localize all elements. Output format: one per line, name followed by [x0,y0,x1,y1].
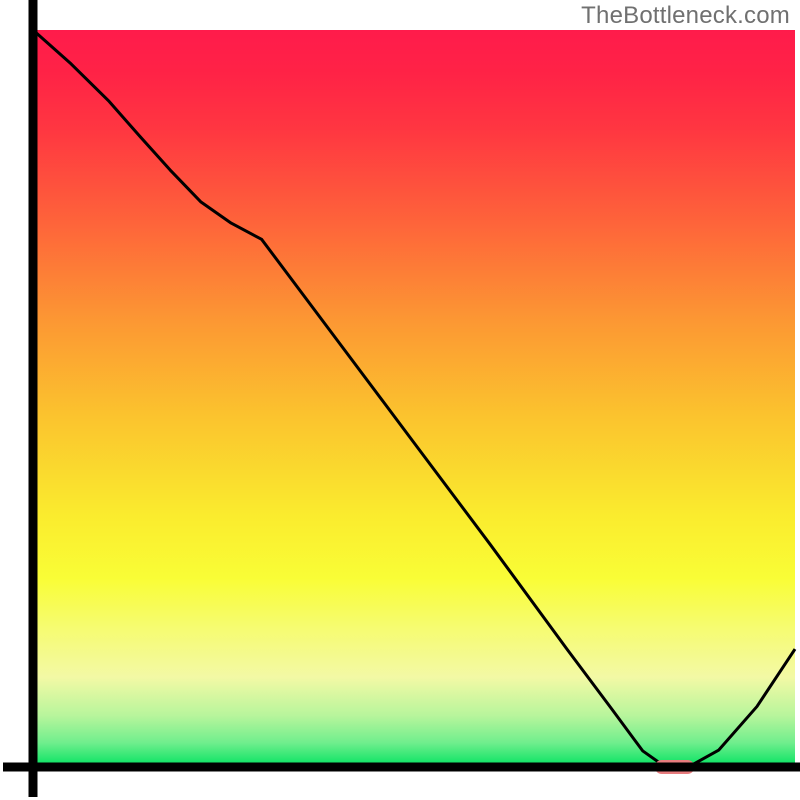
chart-container: TheBottleneck.com [0,0,800,800]
bottleneck-chart [0,0,800,800]
watermark-text: TheBottleneck.com [581,2,790,30]
gradient-background [33,30,795,767]
